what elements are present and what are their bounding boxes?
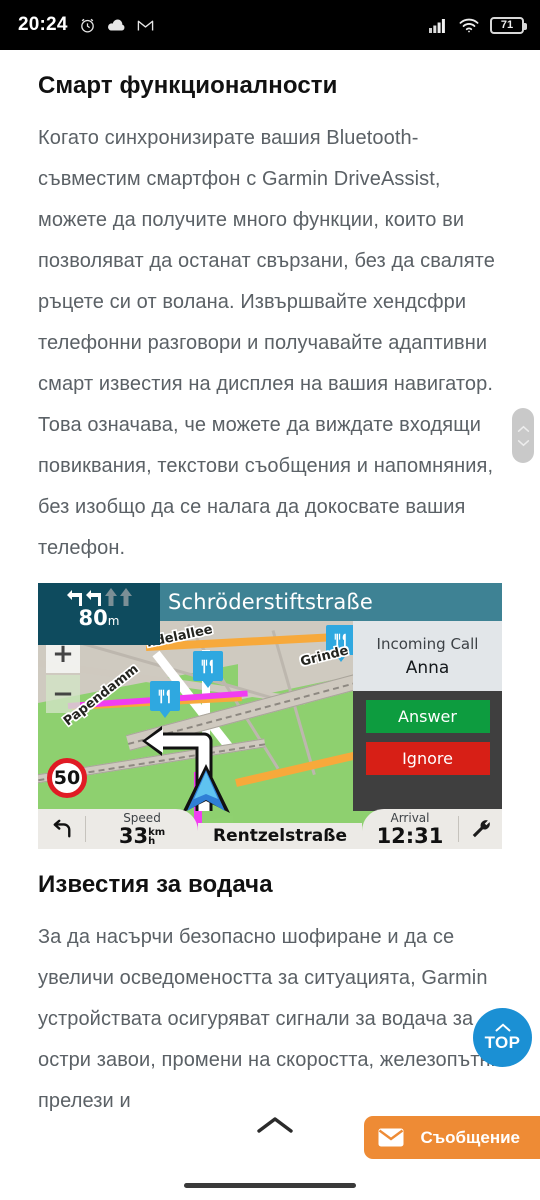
collapse-toggle-button[interactable] bbox=[244, 1094, 306, 1156]
scroll-to-top-label: TOP bbox=[484, 1032, 521, 1052]
arrival-value: 12:31 bbox=[376, 823, 444, 848]
turn-distance-value: 80 bbox=[78, 606, 108, 630]
turn-left-arrow-icon bbox=[85, 590, 101, 606]
status-bar-clock: 20:24 bbox=[18, 14, 68, 35]
call-info: Incoming Call Anna bbox=[353, 621, 502, 691]
footer-right-group: Arrival 12:31 bbox=[362, 809, 502, 849]
chevron-up-icon bbox=[495, 1023, 510, 1031]
section2-paragraph: За да насърчи безопасно шофиране и да се… bbox=[38, 926, 502, 1112]
page-title: Смарт функционалности bbox=[38, 72, 338, 99]
message-button[interactable]: Съобщение bbox=[364, 1116, 540, 1159]
lane-guidance-arrows bbox=[66, 586, 133, 608]
gps-navigation-screenshot: + − 50 Papendamm ndelallee Grinde Schröd… bbox=[38, 583, 502, 849]
footer-left-group: Speed 33km h bbox=[38, 809, 198, 849]
cloud-icon bbox=[107, 18, 126, 32]
chevron-up-icon bbox=[517, 425, 529, 432]
call-status-label: Incoming Call bbox=[376, 634, 479, 653]
navigation-footer-bar: Speed 33km h Rentzelstraße Arrival 12:31 bbox=[38, 809, 502, 849]
restaurant-icon[interactable] bbox=[150, 681, 180, 718]
gmail-icon bbox=[137, 19, 154, 32]
battery-icon: 71 bbox=[490, 16, 527, 34]
straight-arrow-icon bbox=[119, 588, 132, 606]
alarm-clock-icon bbox=[79, 17, 96, 34]
chevron-down-icon bbox=[517, 439, 529, 446]
speed-label: Speed bbox=[123, 810, 161, 825]
current-street-name: Rentzelstraße bbox=[198, 823, 362, 849]
status-bar: 20:24 71 bbox=[0, 0, 540, 50]
wrench-icon[interactable] bbox=[458, 816, 502, 842]
answer-call-button[interactable]: Answer bbox=[365, 700, 490, 733]
status-bar-right: 71 bbox=[429, 0, 527, 50]
cellular-signal-icon bbox=[429, 18, 448, 33]
current-speed-display: Speed 33km h bbox=[86, 812, 198, 847]
gesture-pill[interactable] bbox=[184, 1182, 356, 1188]
section2-title: Известия за водача bbox=[38, 871, 273, 898]
turn-left-arrow-icon bbox=[66, 590, 82, 606]
article-content: Смарт функционалности Когато синхронизир… bbox=[0, 72, 540, 1122]
ignore-call-button[interactable]: Ignore bbox=[365, 742, 490, 775]
back-arrow-icon[interactable] bbox=[38, 816, 86, 842]
wifi-icon bbox=[459, 18, 479, 33]
straight-arrow-icon bbox=[104, 588, 117, 606]
scrollbar-thumb[interactable] bbox=[512, 408, 534, 463]
status-bar-left: 20:24 bbox=[18, 14, 154, 36]
gesture-navigation-bar[interactable] bbox=[0, 1170, 540, 1200]
scroll-to-top-button[interactable]: TOP bbox=[473, 1008, 532, 1067]
turn-instruction-box: 80m bbox=[38, 583, 160, 645]
message-button-label: Съобщение bbox=[420, 1127, 520, 1147]
speed-limit-sign: 50 bbox=[47, 758, 87, 798]
speed-value: 33km h bbox=[118, 823, 166, 848]
battery-percent: 71 bbox=[500, 18, 514, 31]
restaurant-icon[interactable] bbox=[193, 651, 223, 688]
turn-distance: 80m bbox=[79, 608, 120, 631]
arrival-time-display: Arrival 12:31 bbox=[362, 812, 458, 847]
envelope-icon bbox=[378, 1128, 404, 1147]
chevron-up-icon bbox=[257, 1117, 293, 1133]
call-panel-base bbox=[362, 783, 502, 809]
arrival-label: Arrival bbox=[390, 810, 430, 825]
caller-name: Anna bbox=[405, 657, 450, 678]
turn-distance-unit: m bbox=[107, 614, 120, 628]
section1-paragraph: Когато синхронизирате вашия Bluetooth-съ… bbox=[38, 127, 495, 559]
